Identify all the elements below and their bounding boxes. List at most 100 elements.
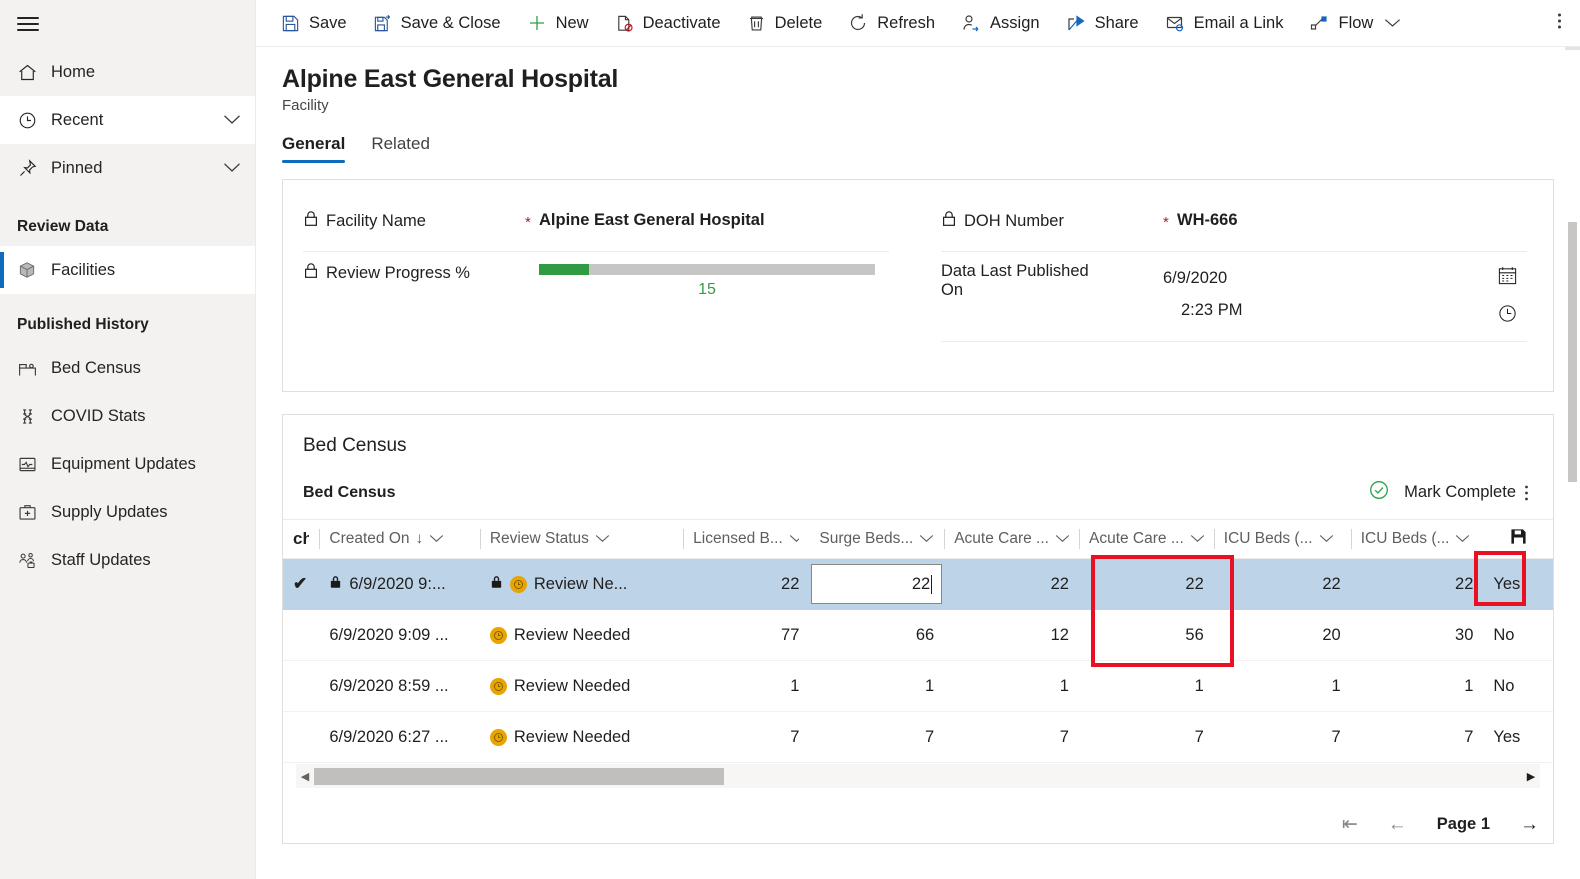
save-icon[interactable] [1510, 528, 1527, 550]
cell-last-column[interactable]: No [1483, 660, 1553, 712]
grid-horizontal-scrollbar[interactable]: ◀ ▶ [296, 764, 1540, 788]
column-header-created-on[interactable]: Created On ↓ [319, 519, 480, 559]
cell-acute-care-1[interactable]: 1 [944, 660, 1079, 712]
chevron-down-icon[interactable] [1455, 530, 1470, 548]
scrollbar-thumb[interactable] [314, 767, 724, 785]
refresh-button[interactable]: Refresh [835, 0, 948, 47]
chevron-down-icon[interactable] [1055, 530, 1069, 548]
cell-acute-care-2[interactable]: 1 [1078, 660, 1214, 712]
chevron-down-icon[interactable] [1382, 18, 1407, 28]
cell-icu-beds-2[interactable]: 7 [1350, 711, 1484, 763]
column-header-acute-care-1[interactable]: Acute Care ... [944, 519, 1079, 559]
cell-acute-care-2[interactable]: 7 [1078, 711, 1214, 763]
sidebar-item-facilities[interactable]: Facilities [0, 246, 255, 294]
email-a-link-button[interactable]: Email a Link [1152, 0, 1297, 47]
sidebar-item-recent[interactable]: Recent [0, 96, 255, 144]
cell-created-on[interactable]: 6/9/2020 9:... [319, 558, 480, 610]
cell-review-status[interactable]: Review Needed [479, 711, 684, 763]
cell-acute-care-1[interactable]: 22 [944, 558, 1079, 610]
column-header-surge-beds[interactable]: Surge Beds... [809, 519, 945, 559]
page-vertical-scrollbar[interactable] [1565, 47, 1580, 879]
cell-created-on[interactable]: 6/9/2020 8:59 ... [319, 660, 480, 712]
sidebar-item-supply-updates[interactable]: Supply Updates [0, 488, 255, 536]
chevron-down-icon[interactable] [919, 530, 934, 548]
sidebar-item-home[interactable]: Home [0, 48, 255, 96]
first-page-button[interactable]: ⇤ [1342, 815, 1358, 834]
row-select-cell[interactable] [283, 660, 320, 712]
tab-related[interactable]: Related [359, 134, 442, 163]
chevron-down-icon[interactable] [789, 530, 800, 548]
scrollbar-track[interactable] [314, 767, 1522, 785]
column-header-icu-beds-2[interactable]: ICU Beds (... [1350, 519, 1484, 559]
cell-created-on[interactable]: 6/9/2020 6:27 ... [319, 711, 480, 763]
sidebar-item-equipment-updates[interactable]: Equipment Updates [0, 440, 255, 488]
clock-icon[interactable] [1497, 303, 1518, 329]
calendar-icon[interactable] [1497, 265, 1518, 291]
cell-acute-care-2[interactable]: 22 [1078, 558, 1214, 610]
row-select-cell[interactable] [283, 609, 320, 661]
chevron-down-icon[interactable] [429, 530, 444, 548]
next-page-button[interactable]: → [1520, 815, 1539, 834]
table-row[interactable]: ✔ 6/9/2020 9:... Review Ne... 22 22 22 2… [283, 558, 1553, 610]
column-header-acute-care-2[interactable]: Acute Care ... [1078, 519, 1214, 559]
deactivate-button[interactable]: Deactivate [602, 0, 734, 47]
chevron-down-icon[interactable] [1319, 530, 1334, 548]
row-select-cell[interactable]: ✔ [283, 558, 320, 610]
cell-icu-beds-2[interactable]: 30 [1350, 609, 1484, 661]
cell-icu-beds-1[interactable]: 20 [1213, 609, 1351, 661]
chevron-down-icon[interactable] [223, 113, 241, 128]
hamburger-menu-button[interactable] [0, 0, 255, 48]
cell-last-column[interactable]: Yes [1483, 558, 1553, 610]
cell-surge-beds[interactable]: 22 [809, 558, 945, 610]
sidebar-item-pinned[interactable]: Pinned [0, 144, 255, 192]
chevron-down-icon[interactable] [1190, 530, 1204, 548]
cell-last-column[interactable]: No [1483, 609, 1553, 661]
column-header-review-status[interactable]: Review Status [479, 519, 684, 559]
cell-licensed-beds[interactable]: 1 [683, 660, 810, 712]
cell-acute-care-1[interactable]: 7 [944, 711, 1079, 763]
new-button[interactable]: New [514, 0, 602, 47]
row-select-cell[interactable] [283, 711, 320, 763]
sidebar-item-bed-census[interactable]: Bed Census [0, 344, 255, 392]
save-and-close-button[interactable]: Save & Close [360, 0, 514, 47]
flow-button[interactable]: Flow [1296, 0, 1420, 47]
cell-last-column[interactable]: Yes [1483, 711, 1553, 763]
subgrid-more-commands-button[interactable] [1516, 484, 1537, 502]
mark-complete-button[interactable]: Mark Complete [1368, 479, 1516, 506]
cell-surge-beds[interactable]: 7 [809, 711, 945, 763]
chevron-down-icon[interactable] [595, 530, 610, 548]
assign-button[interactable]: Assign [948, 0, 1053, 47]
cell-licensed-beds[interactable]: 77 [683, 609, 810, 661]
cell-surge-beds[interactable]: 1 [809, 660, 945, 712]
sidebar-item-staff-updates[interactable]: Staff Updates [0, 536, 255, 584]
cell-licensed-beds[interactable]: 7 [683, 711, 810, 763]
column-header-select-all[interactable]: checkmark-icon [283, 519, 320, 559]
tab-general[interactable]: General [282, 134, 359, 163]
save-button[interactable]: Save [268, 0, 360, 47]
delete-button[interactable]: Delete [734, 0, 836, 47]
surge-beds-input[interactable]: 22 [811, 564, 943, 604]
cell-icu-beds-1[interactable]: 1 [1213, 660, 1351, 712]
published-date-value[interactable]: 6/9/2020 [1163, 262, 1487, 294]
table-row[interactable]: 6/9/2020 6:27 ... Review Needed 7 7 7 7 … [283, 711, 1553, 763]
cell-created-on[interactable]: 6/9/2020 9:09 ... [319, 609, 480, 661]
scroll-right-arrow-icon[interactable]: ▶ [1522, 770, 1540, 783]
cell-acute-care-1[interactable]: 12 [944, 609, 1079, 661]
column-header-save-row[interactable] [1483, 519, 1553, 559]
scroll-left-arrow-icon[interactable]: ◀ [296, 770, 314, 783]
chevron-down-icon[interactable] [223, 161, 241, 176]
cell-icu-beds-1[interactable]: 7 [1213, 711, 1351, 763]
more-commands-button[interactable] [1543, 11, 1576, 36]
column-header-licensed-beds[interactable]: Licensed B... [683, 519, 810, 559]
share-button[interactable]: Share [1053, 0, 1152, 47]
cell-acute-care-2[interactable]: 56 [1078, 609, 1214, 661]
column-header-icu-beds-1[interactable]: ICU Beds (... [1213, 519, 1351, 559]
cell-review-status[interactable]: Review Ne... [479, 558, 684, 610]
cell-surge-beds[interactable]: 66 [809, 609, 945, 661]
cell-icu-beds-2[interactable]: 22 [1350, 558, 1484, 610]
cell-icu-beds-2[interactable]: 1 [1350, 660, 1484, 712]
cell-review-status[interactable]: Review Needed [479, 660, 684, 712]
page-scrollbar-thumb[interactable] [1568, 222, 1577, 482]
published-time-value[interactable]: 2:23 PM [1163, 294, 1487, 326]
sidebar-item-covid-stats[interactable]: COVID Stats [0, 392, 255, 440]
